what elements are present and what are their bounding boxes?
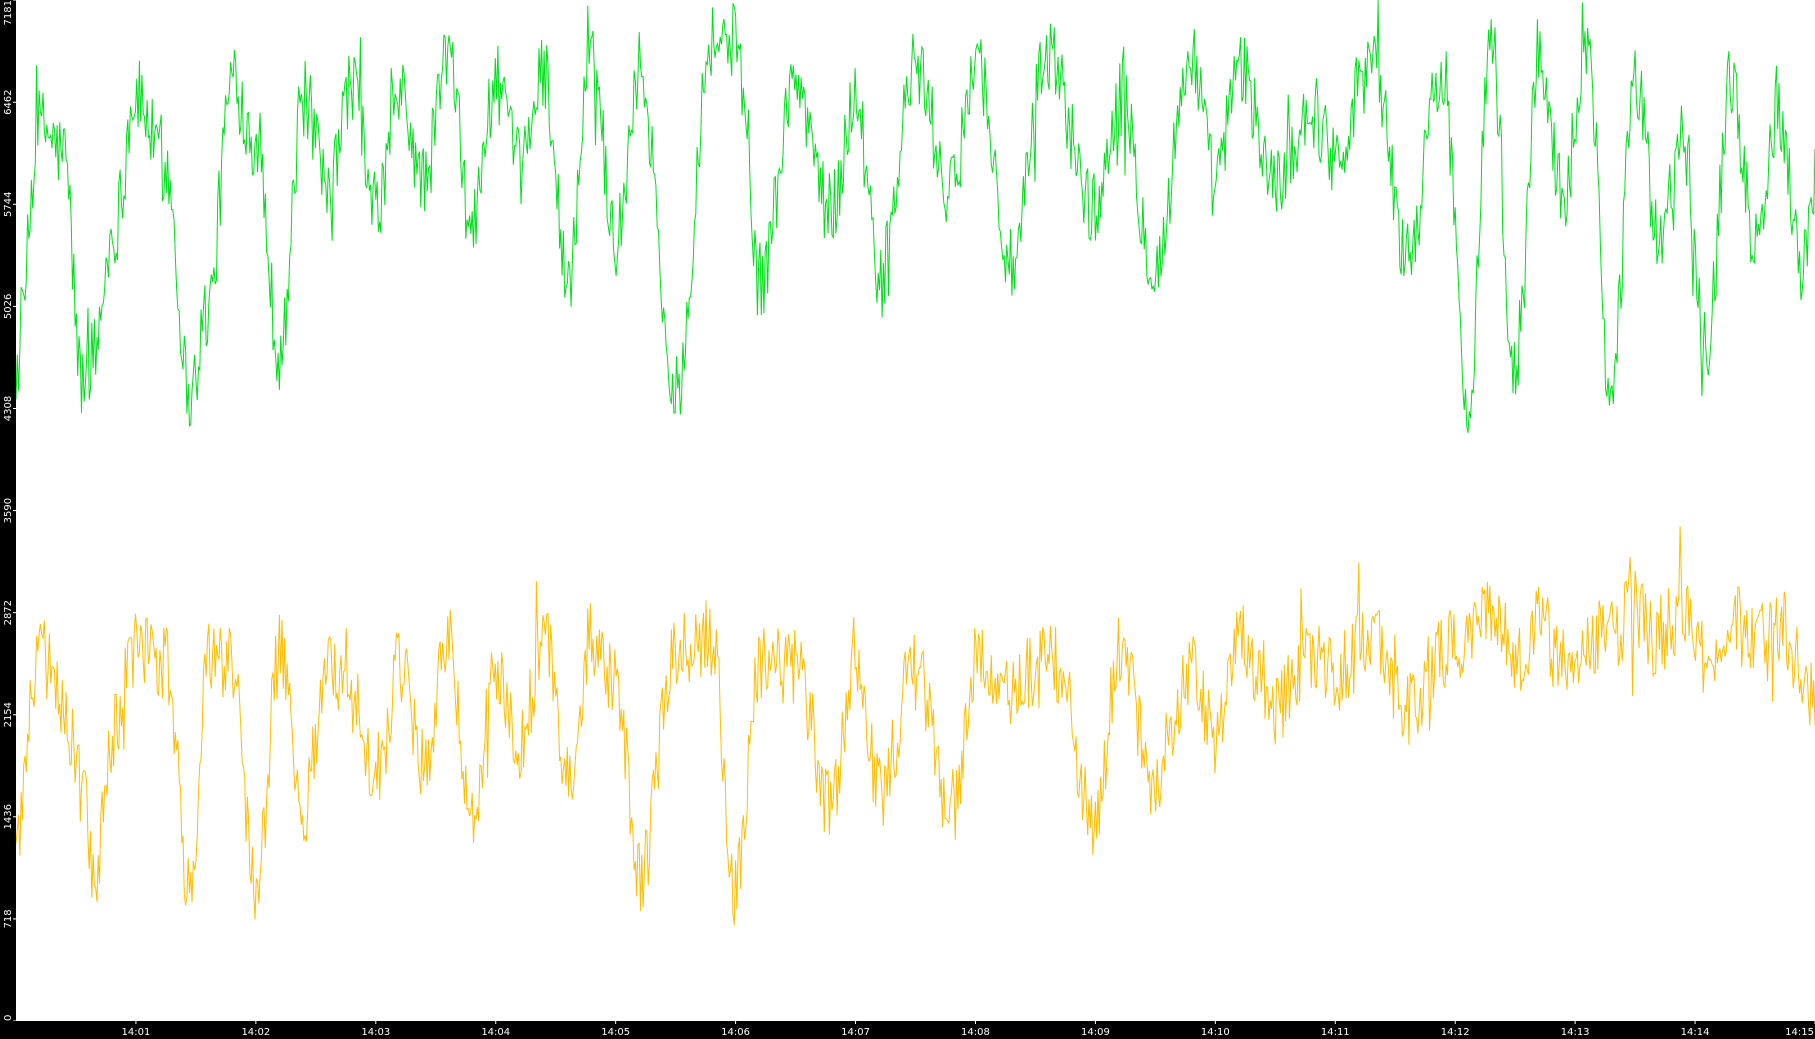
x-tick-label: 14:01: [122, 1027, 151, 1038]
x-axis-band: [0, 1021, 1815, 1039]
x-tick-label: 14:11: [1321, 1027, 1350, 1038]
x-tick-label: 14:12: [1441, 1027, 1470, 1038]
y-tick-label: 2872: [3, 600, 14, 625]
chart-container: 0 718 1436 2154 2872 3590 4308 5026 5744 6462 7181…: [0, 0, 1815, 1039]
y-tick-label: 6462: [3, 89, 14, 114]
y-tick-label: 4308: [3, 396, 14, 421]
y-tick-label: 2154: [3, 702, 14, 727]
x-tick-label: 14:09: [1081, 1027, 1110, 1038]
y-tick-label: 3590: [3, 498, 14, 523]
x-tick-label: 14:05: [601, 1027, 630, 1038]
y-tick-label: 718: [3, 909, 14, 928]
x-tick-label: 14:14: [1681, 1027, 1710, 1038]
x-tick-label: 14:07: [841, 1027, 870, 1038]
y-tick-label: 5744: [3, 192, 14, 217]
x-tick-label: 14:13: [1561, 1027, 1590, 1038]
x-tick-label: 14:15: [1785, 1027, 1814, 1038]
x-tick-label: 14:10: [1201, 1027, 1230, 1038]
x-tick-label: 14:08: [961, 1027, 990, 1038]
x-tick-label: 14:02: [241, 1027, 270, 1038]
y-tick-label: 0: [3, 1015, 14, 1021]
x-tick-label: 14:06: [721, 1027, 750, 1038]
line-chart: 0 718 1436 2154 2872 3590 4308 5026 5744 6462 7181…: [0, 0, 1815, 1039]
y-tick-label: 1436: [3, 804, 14, 829]
plot-area: [16, 0, 1815, 1021]
y-tick-label: 7181: [3, 0, 14, 25]
y-tick-label: 5026: [3, 294, 14, 319]
x-axis: 14:01 14:02 14:03 14:04 14:05 14:06 14:07 14:08…: [0, 1021, 1815, 1039]
x-tick-label: 14:03: [361, 1027, 390, 1038]
y-axis: 0 718 1436 2154 2872 3590 4308 5026 5744 6462 7181: [0, 0, 16, 1039]
x-tick-label: 14:04: [481, 1027, 510, 1038]
